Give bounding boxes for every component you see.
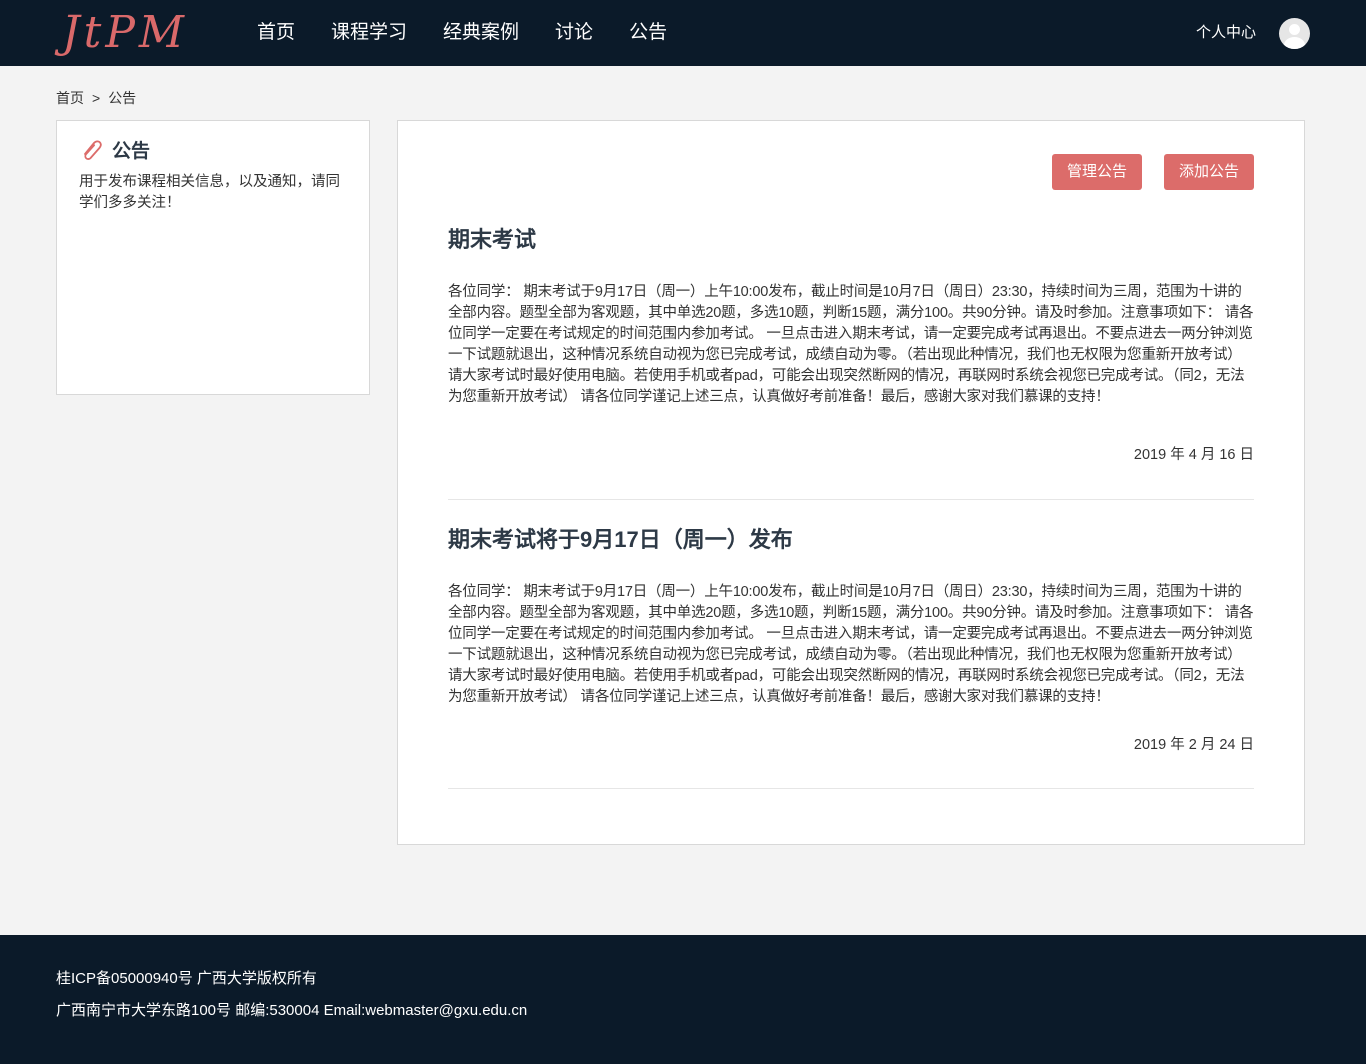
announcement-item: 期末考试 各位同学： 期末考试于9月17日（周一）上午10:00发布，截止时间是…	[448, 225, 1254, 501]
paperclip-icon	[84, 139, 102, 160]
breadcrumb-separator: >	[92, 90, 101, 106]
announcement-list-panel: 管理公告 添加公告 期末考试 各位同学： 期末考试于9月17日（周一）上午10:…	[397, 120, 1305, 845]
announcement-body: 各位同学： 期末考试于9月17日（周一）上午10:00发布，截止时间是10月7日…	[448, 584, 1254, 705]
announcement-body: 各位同学： 期末考试于9月17日（周一）上午10:00发布，截止时间是10月7日…	[448, 284, 1254, 405]
nav-item-course-study[interactable]: 课程学习	[313, 0, 425, 66]
announcement-title[interactable]: 期末考试将于9月17日（周一）发布	[448, 525, 1254, 555]
announcement-info-panel: 公告 用于发布课程相关信息，以及通知，请同学们多多关注！	[56, 120, 370, 395]
user-avatar-icon[interactable]	[1279, 18, 1310, 49]
nav-item-classic-cases[interactable]: 经典案例	[425, 0, 537, 66]
announcement-date: 2019 年 2 月 24 日	[1133, 737, 1254, 753]
announcement-divider	[448, 499, 1254, 500]
nav-item-discussion[interactable]: 讨论	[537, 0, 611, 66]
manage-announcements-button[interactable]: 管理公告	[1052, 154, 1142, 190]
site-footer: 桂ICP备05000940号 广西大学版权所有 广西南宁市大学东路100号 邮编…	[0, 935, 1366, 1064]
avatar-body-shape	[1284, 37, 1305, 49]
nav-item-home[interactable]: 首页	[238, 0, 313, 66]
announcement-divider	[448, 788, 1254, 789]
panel-title: 公告	[112, 141, 151, 162]
announcement-date: 2019 年 4 月 16 日	[1133, 447, 1254, 463]
panel-description: 用于发布课程相关信息，以及通知，请同学们多多关注！	[79, 174, 340, 211]
breadcrumb-current: 公告	[108, 90, 137, 106]
announcement-title[interactable]: 期末考试	[448, 225, 1254, 255]
main-nav: 首页 课程学习 经典案例 讨论 公告	[238, 0, 685, 66]
user-center-link[interactable]: 个人中心	[1196, 0, 1256, 66]
footer-address: 广西南宁市大学东路100号 邮编:530004 Email:webmaster@…	[56, 1002, 528, 1019]
footer-copyright: 桂ICP备05000940号 广西大学版权所有	[56, 970, 317, 987]
add-announcement-button[interactable]: 添加公告	[1164, 154, 1254, 190]
nav-item-announcements[interactable]: 公告	[611, 0, 685, 66]
breadcrumb-home[interactable]: 首页	[56, 90, 84, 106]
breadcrumb: 首页 > 公告	[56, 88, 136, 108]
announcement-item: 期末考试将于9月17日（周一）发布 各位同学： 期末考试于9月17日（周一）上午…	[448, 525, 1254, 790]
panel-header: 公告	[79, 136, 150, 163]
top-navbar: JtPM 首页 课程学习 经典案例 讨论 公告 个人中心	[0, 0, 1366, 66]
avatar-head-shape	[1289, 24, 1300, 35]
site-logo[interactable]: JtPM	[62, 6, 188, 60]
